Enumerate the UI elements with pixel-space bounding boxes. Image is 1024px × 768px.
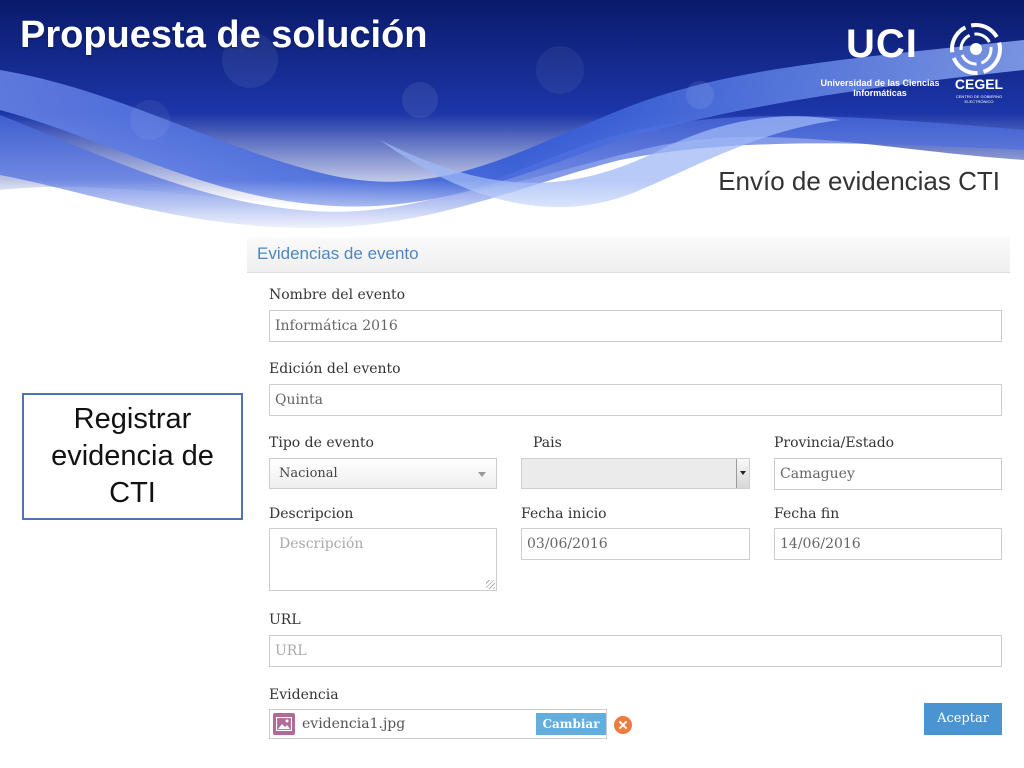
url-input[interactable]: URL	[269, 635, 1002, 667]
country-select[interactable]	[521, 458, 750, 489]
slide-subtitle: Envío de evidencias CTI	[718, 166, 1000, 196]
cegel-logo: CEGEL CENTRO DE GOBIERNO ELECTRÓNICO	[948, 22, 1010, 106]
province-input[interactable]: Camaguey	[774, 458, 1002, 490]
event-edition-input[interactable]: Quinta	[269, 384, 1002, 416]
end-date-input[interactable]: 14/06/2016	[774, 528, 1002, 560]
cegel-logo-mark: CEGEL	[954, 76, 1004, 92]
url-placeholder: URL	[275, 643, 307, 659]
event-type-select[interactable]: Nacional	[269, 458, 497, 489]
description-textarea[interactable]: Descripción	[269, 528, 497, 591]
event-type-label: Tipo de evento	[269, 435, 374, 451]
uci-logo-caption: Universidad de las Ciencias Informáticas	[820, 78, 940, 98]
panel-header: Evidencias de evento	[247, 237, 1010, 273]
event-type-value: Nacional	[279, 466, 338, 481]
province-label: Provincia/Estado	[774, 435, 895, 451]
cegel-emblem-icon	[950, 23, 1002, 75]
event-name-input[interactable]: Informática 2016	[269, 310, 1002, 342]
resize-grip-icon[interactable]	[486, 580, 495, 589]
country-label: Pais	[533, 435, 562, 451]
uci-logo: UCI Universidad de las Ciencias Informát…	[820, 22, 940, 102]
evidence-file-field[interactable]: evidencia1.jpg Cambiar	[269, 709, 607, 739]
url-label: URL	[269, 612, 301, 628]
change-file-button[interactable]: Cambiar	[536, 713, 606, 735]
end-date-label: Fecha fin	[774, 506, 840, 522]
uci-logo-mark: UCI	[846, 22, 918, 66]
slide-title: Propuesta de solución	[20, 14, 428, 56]
header-banner: Propuesta de solución UCI Universidad de…	[0, 0, 1024, 235]
evidence-file-name: evidencia1.jpg	[302, 716, 406, 732]
evidence-label: Evidencia	[269, 687, 339, 703]
dropdown-arrow-icon	[740, 471, 746, 475]
description-label: Descripcion	[269, 506, 354, 522]
country-dropdown-button[interactable]	[736, 459, 749, 488]
start-date-input[interactable]: 03/06/2016	[521, 528, 750, 560]
callout-box: Registrar evidencia de CTI	[22, 393, 243, 520]
evidence-form-panel: Evidencias de evento Nombre del evento I…	[247, 237, 1010, 765]
chevron-down-icon	[478, 472, 486, 477]
event-edition-label: Edición del evento	[269, 361, 401, 377]
panel-title: Evidencias de evento	[257, 244, 419, 263]
close-icon[interactable]	[614, 716, 632, 734]
accept-button[interactable]: Aceptar	[924, 703, 1002, 735]
event-name-label: Nombre del evento	[269, 287, 406, 303]
start-date-label: Fecha inicio	[521, 506, 607, 522]
callout-text: Registrar evidencia de CTI	[51, 403, 214, 509]
description-placeholder: Descripción	[279, 536, 364, 552]
image-icon	[273, 713, 295, 735]
cegel-logo-caption: CENTRO DE GOBIERNO ELECTRÓNICO	[955, 94, 1003, 104]
